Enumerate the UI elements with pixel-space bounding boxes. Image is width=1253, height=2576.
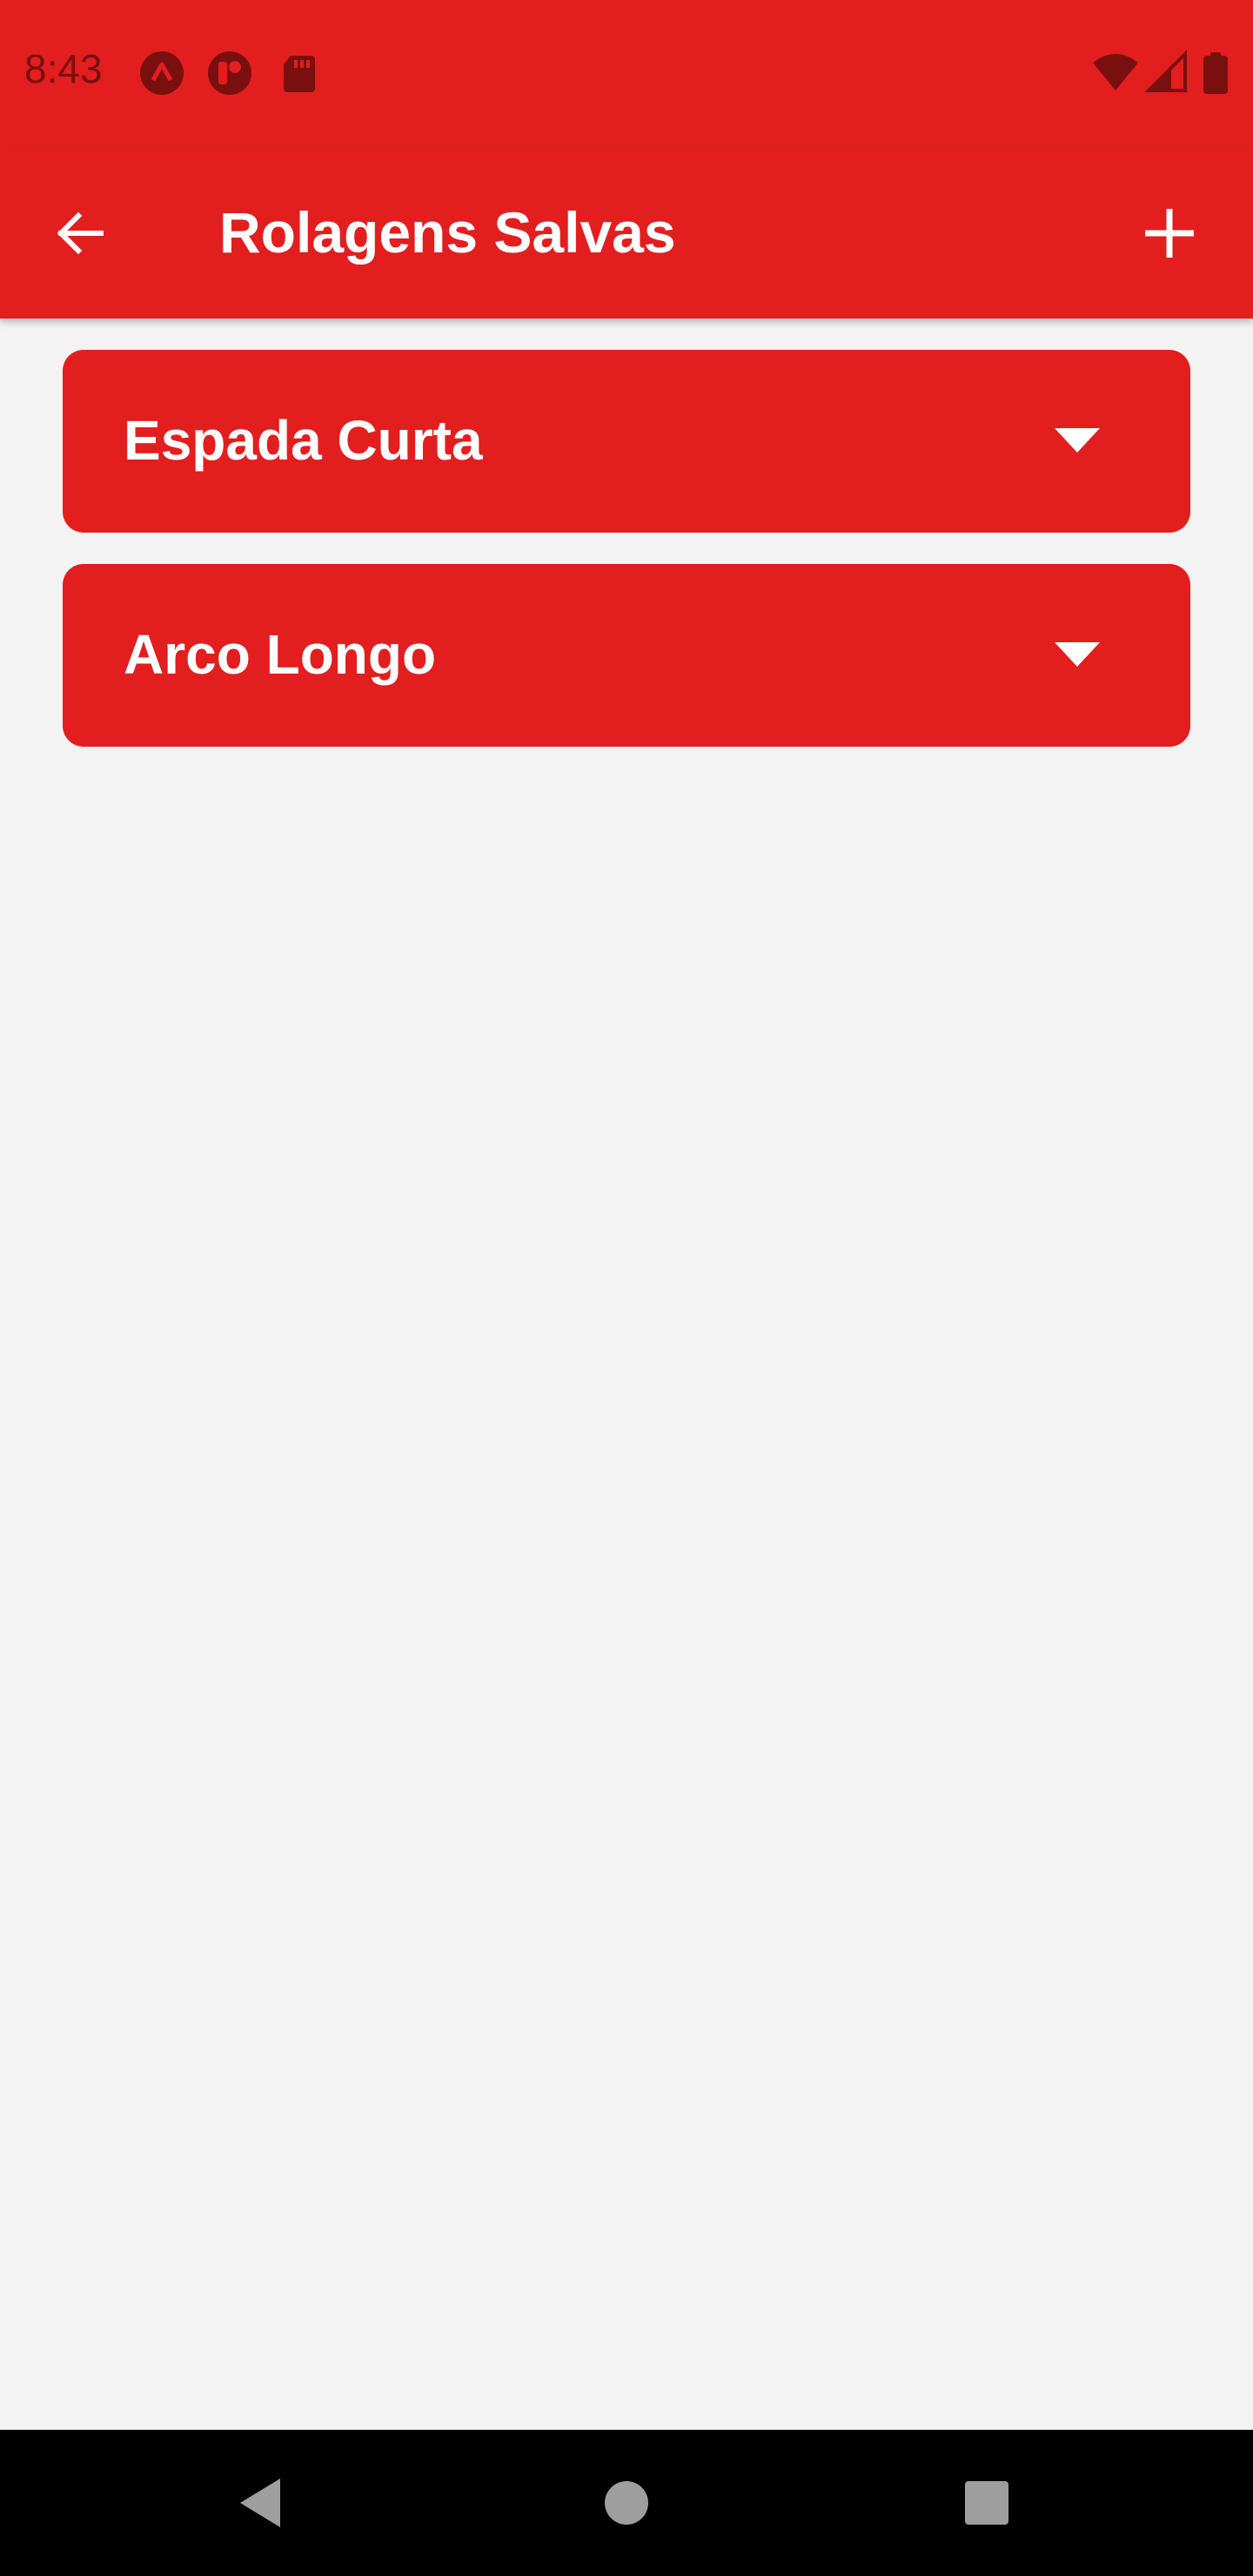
status-time: 8:43 — [24, 46, 103, 91]
home-circle-icon — [605, 2481, 648, 2525]
add-button[interactable] — [1128, 191, 1211, 275]
app-notification-icon — [140, 51, 184, 95]
roll-item-label: Arco Longo — [124, 623, 437, 686]
recents-square-icon — [965, 2481, 1008, 2525]
dropdown-arrow-icon[interactable] — [1055, 642, 1100, 667]
app-bar: Rolagens Salvas — [0, 146, 1253, 319]
arrow-back-icon — [57, 211, 104, 255]
nav-home-button[interactable] — [588, 2465, 665, 2541]
page-title: Rolagens Salvas — [219, 200, 676, 265]
roll-item-label: Espada Curta — [124, 409, 483, 472]
plus-icon — [1145, 209, 1194, 258]
cell-signal-icon — [1145, 50, 1187, 92]
back-triangle-icon — [240, 2479, 280, 2527]
roll-item-arco-longo[interactable]: Arco Longo — [63, 564, 1190, 747]
record-notification-icon — [208, 51, 251, 95]
screen: 8:43 Rolagens Salvas Espada Curta Arco L… — [0, 0, 1253, 2576]
status-bar: 8:43 — [0, 0, 1253, 146]
dropdown-arrow-icon[interactable] — [1055, 428, 1100, 453]
nav-back-button[interactable] — [223, 2465, 299, 2541]
wifi-icon — [1093, 54, 1138, 91]
system-nav-bar — [0, 2430, 1253, 2576]
sd-card-icon — [284, 56, 315, 92]
back-button[interactable] — [38, 191, 122, 275]
nav-recents-button[interactable] — [948, 2465, 1025, 2541]
roll-item-espada-curta[interactable]: Espada Curta — [63, 350, 1190, 533]
battery-icon — [1203, 52, 1228, 94]
